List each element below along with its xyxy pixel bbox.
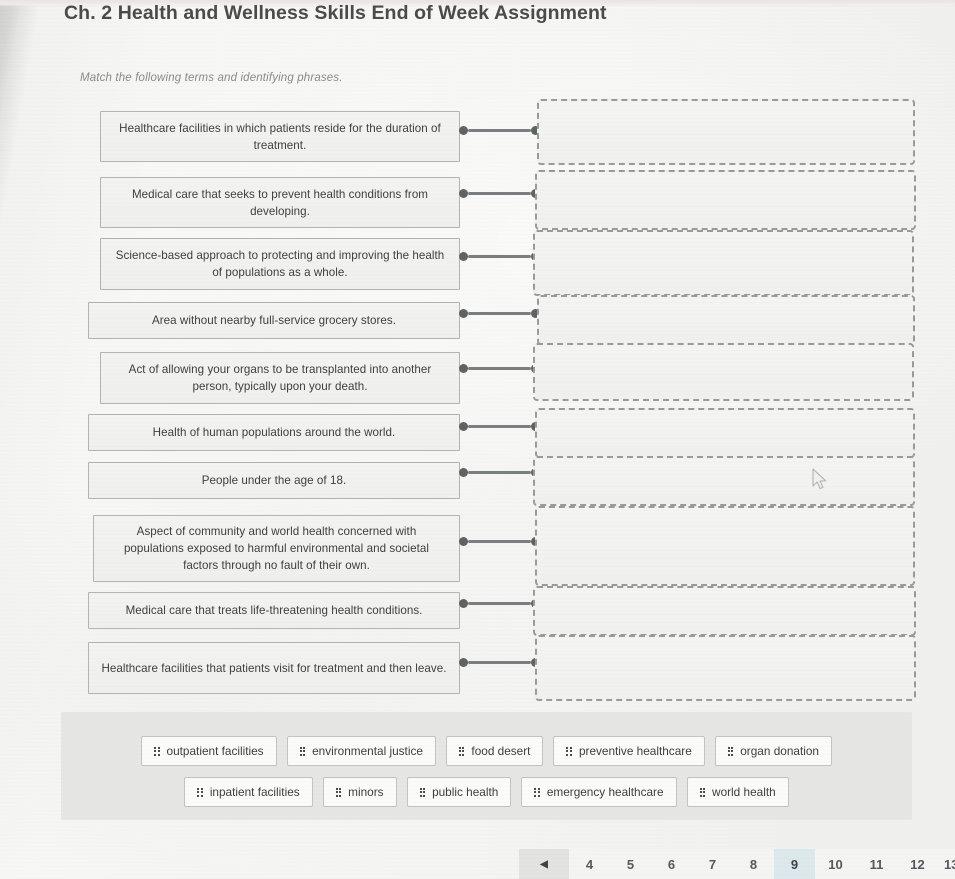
pagination-page-10[interactable]: 10	[815, 849, 856, 879]
answer-chip-label: public health	[432, 785, 499, 799]
drag-handle-icon[interactable]	[154, 746, 160, 756]
match-prompt-4[interactable]: Area without nearby full-service grocery…	[88, 302, 460, 339]
match-prompt-8[interactable]: Aspect of community and world health con…	[93, 515, 460, 582]
answer-chip-label: outpatient facilities	[166, 744, 264, 758]
drag-handle-icon[interactable]	[335, 787, 342, 797]
answer-chip-preventive-healthcare[interactable]: preventive healthcare	[553, 736, 705, 766]
answer-chip-label: organ donation	[740, 744, 819, 758]
answer-chip-world-health[interactable]: world health	[686, 777, 789, 807]
match-drop-zone-3[interactable]	[533, 230, 914, 296]
connector-dot-left	[459, 364, 468, 373]
answer-chip-outpatient-facilities[interactable]: outpatient facilities	[141, 736, 277, 766]
answer-chip-public-health[interactable]: public health	[406, 777, 512, 807]
answer-chip-label: inpatient facilities	[209, 785, 300, 799]
answer-bank-panel: outpatient facilities environmental justi…	[61, 712, 912, 820]
drag-handle-icon[interactable]	[419, 787, 426, 797]
pagination-page-6[interactable]: 6	[651, 849, 692, 879]
pagination-page-5[interactable]: 5	[610, 849, 651, 879]
match-prompt-5[interactable]: Act of allowing your organs to be transp…	[100, 352, 460, 404]
answer-chip-environmental-justice[interactable]: environmental justice	[286, 736, 436, 766]
match-connector-4[interactable]	[459, 309, 540, 318]
match-connector-7[interactable]	[459, 468, 540, 477]
match-connector-6[interactable]	[459, 422, 540, 431]
match-drop-zone-10[interactable]	[535, 635, 916, 701]
pagination-page-7[interactable]: 7	[692, 849, 733, 879]
connector-dot-left	[459, 126, 468, 135]
match-drop-zone-4[interactable]	[537, 295, 915, 345]
answer-chip-food-desert[interactable]: food desert	[445, 736, 544, 766]
connector-dot-left	[459, 537, 468, 546]
match-prompt-3[interactable]: Science-based approach to protecting and…	[100, 238, 460, 290]
connector-line	[468, 255, 531, 258]
connector-line	[468, 129, 531, 132]
match-drop-zone-1[interactable]	[537, 99, 915, 165]
connector-dot-left	[459, 422, 468, 431]
match-prompt-9[interactable]: Medical care that treats life-threatenin…	[88, 592, 460, 629]
match-connector-10[interactable]	[459, 658, 540, 667]
drag-handle-icon[interactable]	[727, 746, 734, 756]
pagination-page-13[interactable]: 13	[938, 849, 955, 879]
match-connector-8[interactable]	[459, 537, 540, 546]
match-connector-9[interactable]	[459, 599, 540, 608]
pagination-bar[interactable]: ◀ 4 5 6 7 8 9 10 11 12 13	[519, 849, 955, 879]
match-drop-zone-8[interactable]	[535, 506, 915, 586]
connector-line	[468, 367, 531, 370]
pagination-page-11[interactable]: 11	[856, 849, 897, 879]
match-drop-zone-2[interactable]	[535, 170, 916, 230]
match-drop-zone-7[interactable]	[533, 456, 915, 506]
connector-dot-left	[459, 468, 468, 477]
match-connector-5[interactable]	[459, 364, 540, 373]
answer-chip-organ-donation[interactable]: organ donation	[714, 736, 832, 766]
answer-bank-row-1: outpatient facilities environmental justi…	[61, 736, 912, 766]
pagination-prev-button[interactable]: ◀	[519, 849, 569, 879]
pagination-page-8[interactable]: 8	[733, 849, 774, 879]
match-connector-2[interactable]	[459, 189, 540, 198]
connector-dot-left	[459, 599, 468, 608]
connector-dot-left	[459, 658, 468, 667]
match-connector-3[interactable]	[459, 252, 540, 261]
drag-handle-icon[interactable]	[699, 787, 706, 797]
connector-dot-left	[459, 189, 468, 198]
match-drop-zone-5[interactable]	[533, 343, 914, 401]
match-connector-1[interactable]	[459, 126, 540, 135]
answer-chip-label: food desert	[471, 744, 531, 758]
match-drop-zone-6[interactable]	[535, 408, 915, 458]
answer-bank-row-2: inpatient facilities minors public health e…	[61, 777, 912, 807]
connector-line	[468, 661, 531, 664]
answer-chip-label: world health	[712, 785, 776, 799]
matching-exercise: Healthcare facilities in which patients …	[0, 0, 955, 712]
pagination-page-12[interactable]: 12	[897, 849, 938, 879]
connector-line	[468, 312, 531, 315]
answer-chip-label: emergency healthcare	[546, 785, 664, 799]
answer-chip-emergency-healthcare[interactable]: emergency healthcare	[521, 777, 677, 807]
pagination-page-4[interactable]: 4	[569, 849, 610, 879]
connector-line	[468, 192, 531, 195]
match-prompt-1[interactable]: Healthcare facilities in which patients …	[100, 111, 460, 162]
answer-chip-label: minors	[348, 785, 384, 799]
connector-line	[468, 602, 531, 605]
connector-dot-left	[459, 252, 468, 261]
match-prompt-7[interactable]: People under the age of 18.	[88, 462, 460, 499]
drag-handle-icon[interactable]	[534, 787, 540, 797]
pagination-page-9[interactable]: 9	[774, 849, 815, 879]
connector-line	[468, 425, 531, 428]
drag-handle-icon[interactable]	[566, 746, 572, 756]
answer-chip-minors[interactable]: minors	[322, 777, 397, 807]
match-prompt-2[interactable]: Medical care that seeks to prevent healt…	[100, 177, 460, 228]
answer-chip-label: environmental justice	[312, 744, 423, 758]
connector-line	[468, 540, 531, 543]
answer-chip-label: preventive healthcare	[578, 744, 692, 758]
match-drop-zone-9[interactable]	[533, 586, 916, 636]
drag-handle-icon[interactable]	[458, 746, 465, 756]
connector-line	[468, 471, 531, 474]
match-prompt-10[interactable]: Healthcare facilities that patients visi…	[88, 642, 460, 694]
match-prompt-6[interactable]: Health of human populations around the w…	[88, 414, 460, 451]
drag-handle-icon[interactable]	[299, 746, 306, 756]
drag-handle-icon[interactable]	[197, 787, 203, 797]
answer-chip-inpatient-facilities[interactable]: inpatient facilities	[184, 777, 313, 807]
connector-dot-left	[459, 309, 468, 318]
